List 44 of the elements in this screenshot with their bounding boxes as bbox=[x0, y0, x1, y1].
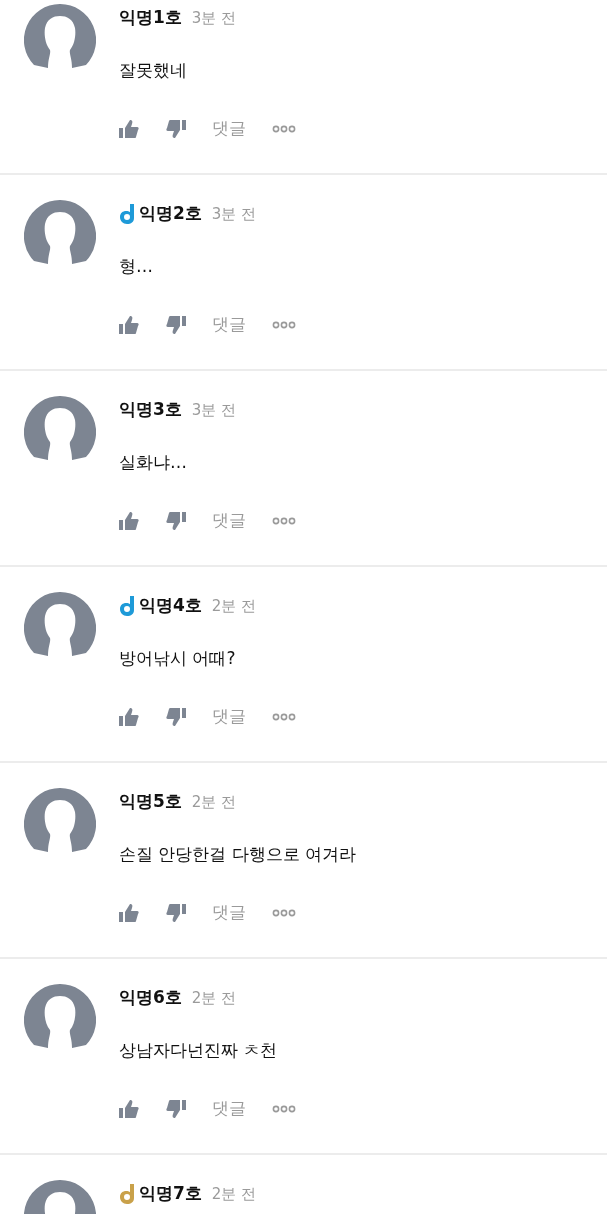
reply-button[interactable]: 댓글 bbox=[212, 508, 246, 534]
thumbs-up-icon[interactable] bbox=[119, 315, 139, 334]
reply-button[interactable]: 댓글 bbox=[212, 900, 246, 926]
timestamp: 3분 전 bbox=[211, 203, 257, 225]
more-button[interactable] bbox=[272, 1104, 296, 1113]
more-button[interactable] bbox=[272, 320, 296, 329]
author-name: 익명7호 bbox=[139, 1182, 202, 1206]
thumbs-up-icon[interactable] bbox=[119, 511, 139, 530]
thumbs-down-icon[interactable] bbox=[166, 1099, 186, 1118]
author-name: 익명3호 bbox=[119, 398, 182, 422]
timestamp: 2분 전 bbox=[211, 595, 257, 617]
thumbs-down-icon[interactable] bbox=[166, 119, 186, 138]
reply-button[interactable]: 댓글 bbox=[212, 312, 246, 338]
author-name: 익명5호 bbox=[119, 790, 182, 814]
timestamp: 3분 전 bbox=[191, 399, 237, 421]
thumbs-down-icon[interactable] bbox=[166, 315, 186, 334]
more-button[interactable] bbox=[272, 712, 296, 721]
comment-text: 실화냐… bbox=[119, 451, 188, 474]
reply-button[interactable]: 댓글 bbox=[212, 1096, 246, 1122]
thumbs-up-icon[interactable] bbox=[119, 707, 139, 726]
comment-text: 형… bbox=[119, 255, 154, 278]
thumbs-up-icon[interactable] bbox=[119, 903, 139, 922]
more-button[interactable] bbox=[272, 516, 296, 525]
timestamp: 3분 전 bbox=[191, 7, 237, 29]
comment-text: 방어낚시 어때? bbox=[119, 647, 237, 670]
reply-button[interactable]: 댓글 bbox=[212, 704, 246, 730]
more-button[interactable] bbox=[272, 124, 296, 133]
thumbs-up-icon[interactable] bbox=[119, 1099, 139, 1118]
more-button[interactable] bbox=[272, 908, 296, 917]
timestamp: 2분 전 bbox=[191, 987, 237, 1009]
author-name: 익명4호 bbox=[139, 594, 202, 618]
comment-text: 상남자다넌진짜 ㅊ천 bbox=[119, 1039, 279, 1062]
thumbs-down-icon[interactable] bbox=[166, 903, 186, 922]
author-name: 익명1호 bbox=[119, 6, 182, 30]
thumbs-down-icon[interactable] bbox=[166, 511, 186, 530]
comment-text: 손질 안당한걸 다행으로 여겨라 bbox=[119, 843, 357, 866]
thumbs-down-icon[interactable] bbox=[166, 707, 186, 726]
reply-button[interactable]: 댓글 bbox=[212, 116, 246, 142]
author-name: 익명6호 bbox=[119, 986, 182, 1010]
comment-text: 잘못했네 bbox=[119, 59, 188, 82]
author-name: 익명2호 bbox=[139, 202, 202, 226]
timestamp: 2분 전 bbox=[191, 791, 237, 813]
timestamp: 2분 전 bbox=[211, 1183, 257, 1205]
thumbs-up-icon[interactable] bbox=[119, 119, 139, 138]
